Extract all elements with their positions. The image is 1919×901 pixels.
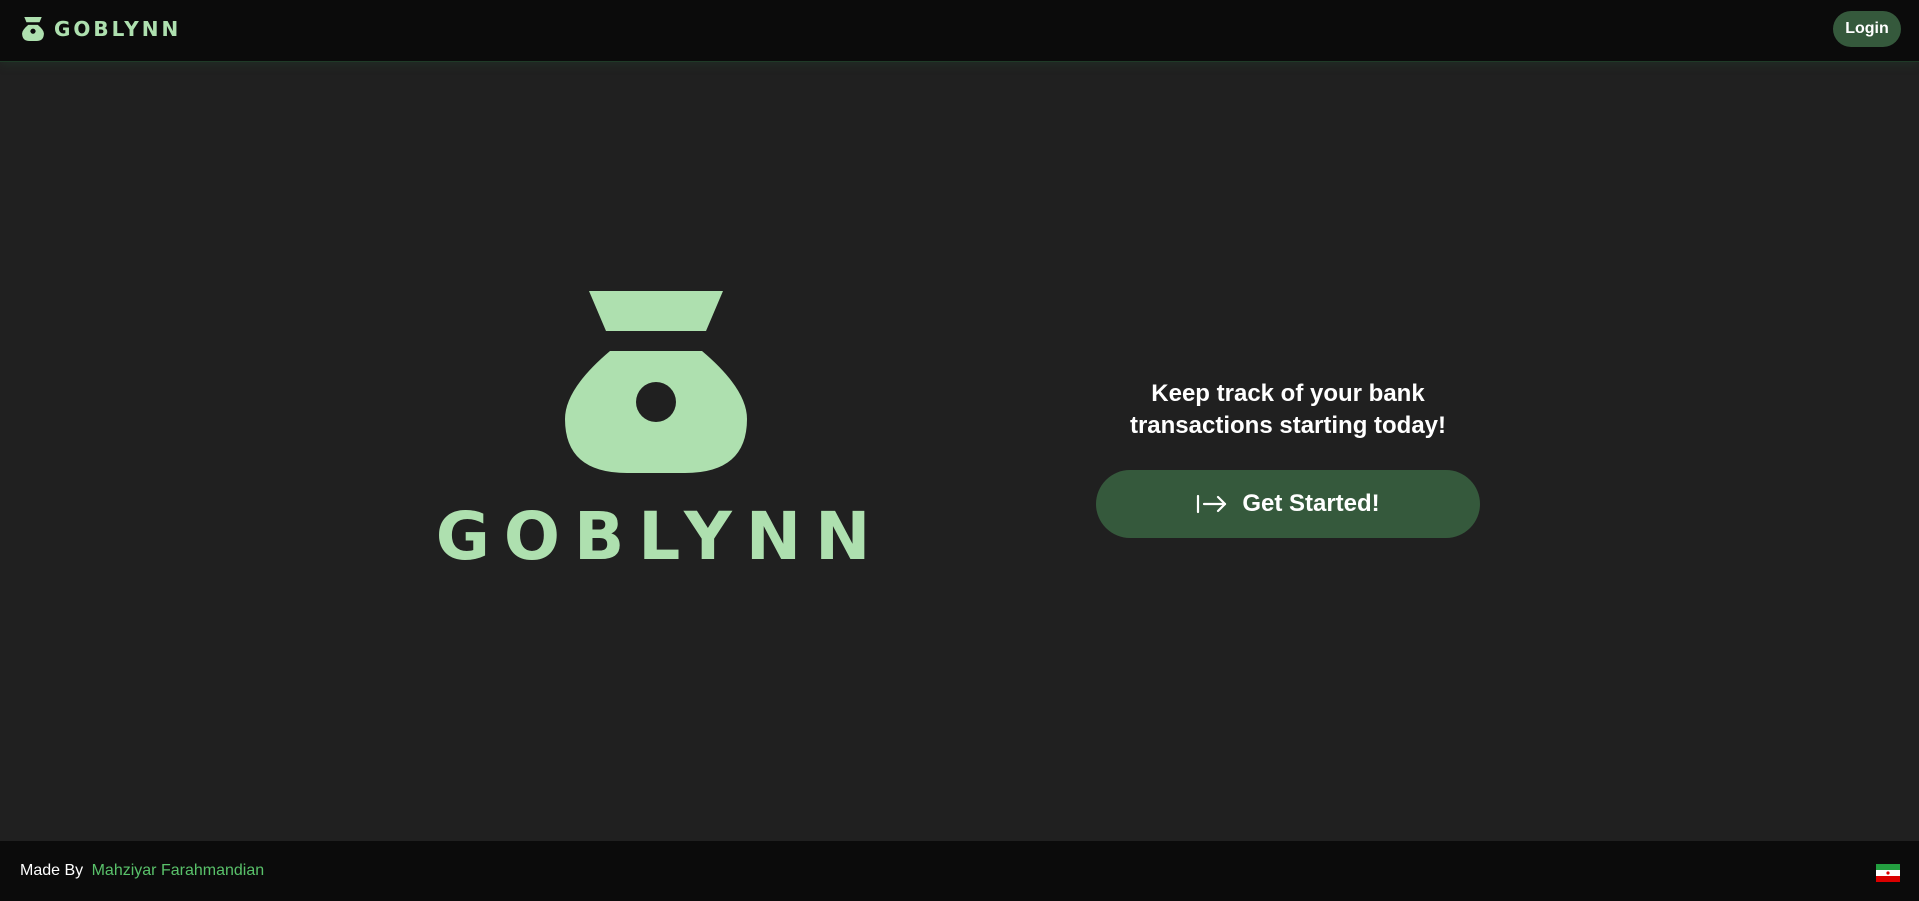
navbar: GOBLYNN Login (0, 0, 1919, 62)
author-link[interactable]: Mahziyar Farahmandian (92, 862, 265, 879)
hero-logo: GOBLYNN (430, 285, 890, 585)
hero-wordmark: GOBLYNN (436, 498, 885, 575)
arrow-right-to-bar-icon (1197, 494, 1227, 514)
iran-flag-icon (1876, 864, 1900, 882)
footer: Made By Mahziyar Farahmandian (0, 841, 1919, 901)
hero-wordmark-text: GOBLYNN (436, 498, 885, 575)
money-bag-icon (565, 291, 747, 473)
footer-credit: Made By Mahziyar Farahmandian (20, 862, 264, 880)
made-by-label: Made By (20, 862, 84, 879)
get-started-label: Get Started! (1242, 490, 1380, 517)
login-button[interactable]: Login (1833, 11, 1901, 47)
brand-home-link[interactable]: GOBLYNN (22, 15, 181, 43)
money-bag-icon (22, 17, 44, 41)
tagline: Keep track of your bank transactions sta… (1129, 380, 1447, 439)
get-started-button[interactable]: Get Started! (1096, 470, 1480, 538)
brand-name: GOBLYNN (54, 17, 182, 41)
